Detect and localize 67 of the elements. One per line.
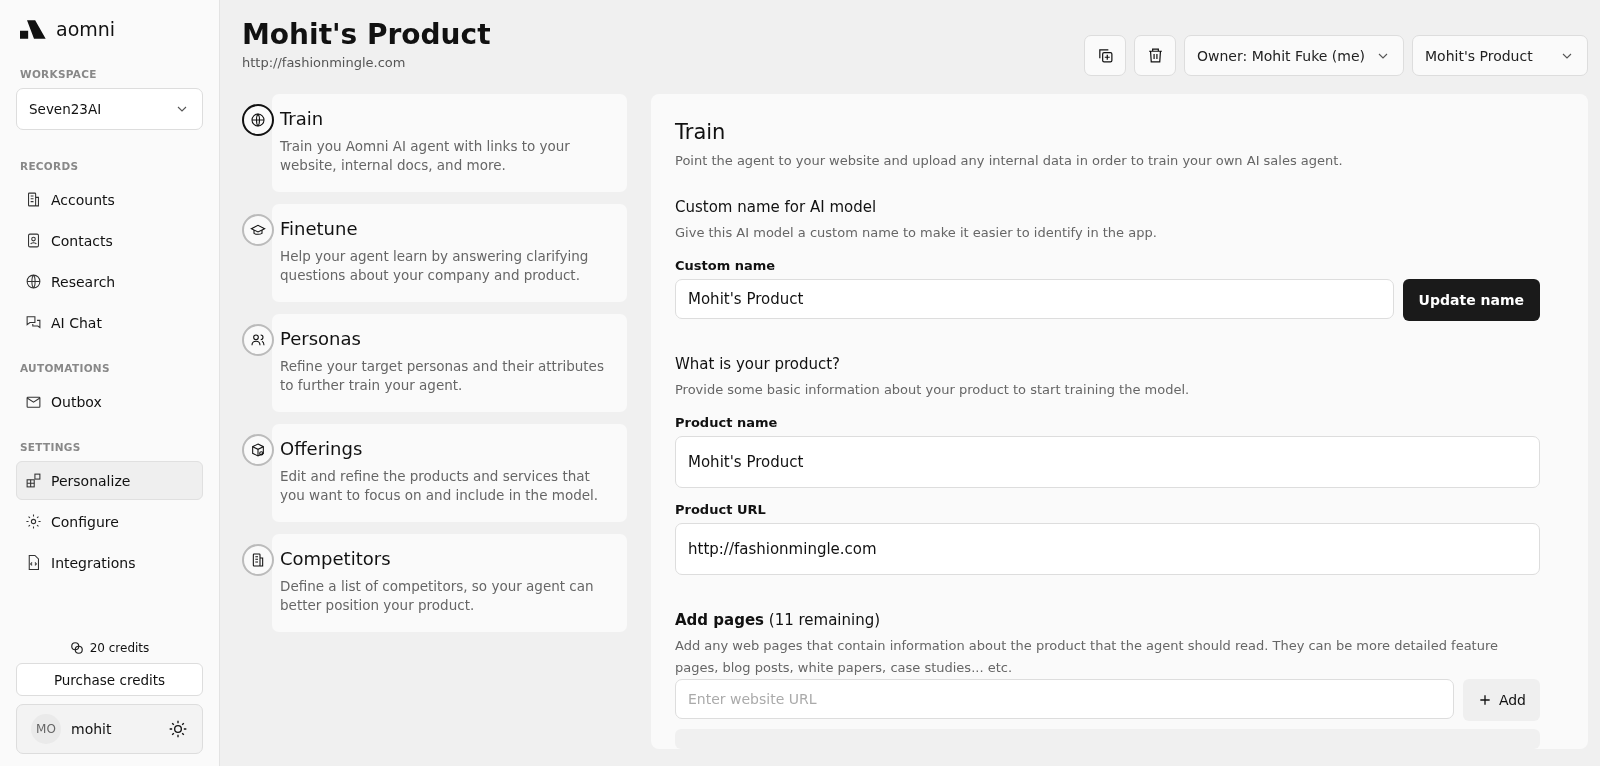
- field-label: Custom name: [675, 258, 777, 273]
- step-description: Edit and refine the products and services that you want to focus on and include in the model.: [280, 467, 600, 505]
- step-card[interactable]: Personas Refine your target personas and their attributes to further train your agent.: [272, 314, 627, 412]
- contact-icon: [25, 232, 42, 249]
- building-icon: [25, 191, 42, 208]
- panel-subtitle: Point the agent to your website and upload any internal data in order to train your own AI sales agent.: [675, 152, 1344, 170]
- section-label: AUTOMATIONS: [20, 362, 111, 374]
- step-card[interactable]: Competitors Define a list of competitors, so your agent can better position your product.: [272, 534, 627, 632]
- step-description: Help your agent learn by answering clarifying questions about your company and product.: [280, 247, 590, 285]
- step-title: Personas: [280, 328, 362, 349]
- user-card[interactable]: MO mohit: [16, 704, 203, 754]
- copy-icon: [1096, 47, 1114, 64]
- section-heading: What is your product?: [675, 355, 842, 373]
- sidebar-item[interactable]: Research: [16, 262, 203, 301]
- step-card[interactable]: Train Train you Aomni AI agent with links to your website, internal docs, and more.: [272, 94, 627, 192]
- step-description: Train you Aomni AI agent with links to your website, internal docs, and more.: [280, 137, 571, 175]
- field-label: Product URL: [675, 502, 767, 517]
- section-label: RECORDS: [20, 160, 80, 172]
- step-title: Finetune: [280, 218, 359, 239]
- field-label: Product name: [675, 415, 779, 430]
- step-description: Refine your target personas and their attributes to further train your agent.: [280, 357, 605, 395]
- globe-icon: [25, 273, 42, 290]
- user-name: mohit: [71, 721, 113, 737]
- logo-icon: [20, 19, 48, 39]
- section-heading: Add pages (11 remaining): [675, 611, 882, 629]
- sidebar-item[interactable]: AI Chat: [16, 303, 203, 342]
- coins-icon: [69, 641, 84, 655]
- sidebar-item[interactable]: Accounts: [16, 180, 203, 219]
- sun-icon[interactable]: [168, 719, 188, 739]
- logo-text: aomni: [56, 18, 116, 40]
- panel-title: Train: [675, 120, 727, 144]
- update-name-button[interactable]: Update name: [1402, 279, 1540, 321]
- purchase-credits-button[interactable]: Purchase credits: [16, 663, 203, 696]
- section-description: Add any web pages that contain information about the product that the agent should read. They can be more detailed feature pages, blog posts, white papers, case studies... etc.: [675, 637, 1499, 677]
- workspace-dropdown[interactable]: Seven23AI: [16, 88, 203, 130]
- chat-icon: [25, 314, 42, 331]
- blocks-icon: [25, 472, 42, 489]
- page-title: Mohit's Product: [242, 18, 491, 51]
- section-label: SETTINGS: [20, 441, 82, 453]
- product-url-field[interactable]: http://fashionmingle.com: [675, 523, 1540, 575]
- sidebar-item[interactable]: Configure: [16, 502, 203, 541]
- step-description: Define a list of competitors, so your agent can better position your product.: [280, 577, 595, 615]
- custom-name-field[interactable]: Mohit's Product: [675, 279, 1394, 319]
- sidebar-item[interactable]: Personalize: [16, 461, 203, 500]
- sidebar-item[interactable]: Integrations: [16, 543, 203, 582]
- add-button[interactable]: Add: [1462, 679, 1540, 721]
- duplicate-button[interactable]: [1084, 35, 1126, 76]
- step-title: Competitors: [280, 548, 392, 569]
- step-title: Train: [280, 108, 325, 129]
- section-description: Provide some basic information about your product to start training the model.: [675, 381, 1191, 399]
- step-card[interactable]: Finetune Help your agent learn by answering clarifying questions about your company and product.: [272, 204, 627, 302]
- product-name-field[interactable]: Mohit's Product: [675, 436, 1540, 488]
- website-url-field[interactable]: Enter website URL: [675, 679, 1454, 719]
- section-heading: Custom name for AI model: [675, 198, 878, 216]
- sidebar-item[interactable]: Contacts: [16, 221, 203, 260]
- section-label: WORKSPACE: [20, 68, 98, 80]
- delete-button[interactable]: [1134, 35, 1176, 76]
- step-card[interactable]: Offerings Edit and refine the products and services that you want to focus on and include in the model.: [272, 424, 627, 522]
- trash-icon: [1146, 47, 1164, 64]
- section-description: Give this AI model a custom name to make it easier to identify in the app.: [675, 224, 1158, 242]
- credits-count: 20 credits: [89, 641, 150, 655]
- owner-dropdown[interactable]: Owner: Mohit Fuke (me): [1184, 35, 1404, 76]
- product-dropdown[interactable]: Mohit's Product: [1412, 35, 1588, 76]
- sidebar-item[interactable]: Outbox: [16, 382, 203, 421]
- avatar: MO: [31, 714, 61, 744]
- page-url: http://fashionmingle.com: [242, 55, 407, 70]
- step-title: Offerings: [280, 438, 364, 459]
